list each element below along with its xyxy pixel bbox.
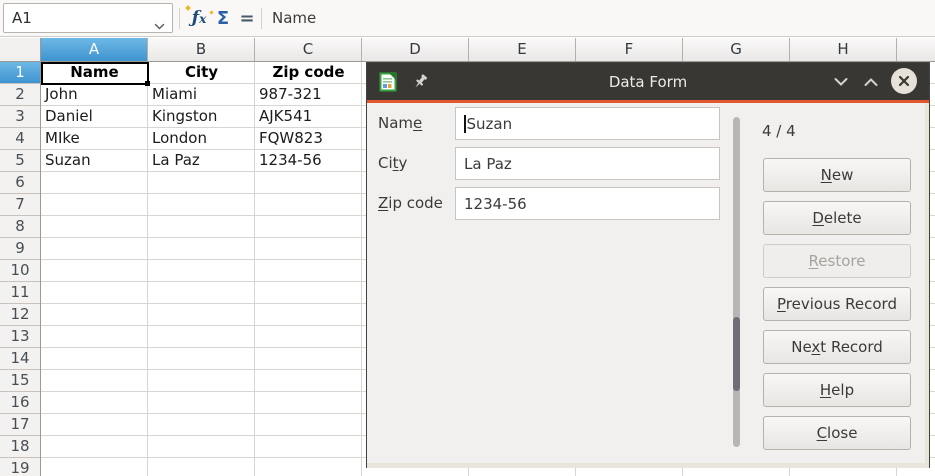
row-header-14[interactable]: 14 — [0, 348, 40, 370]
new-button[interactable]: New — [763, 158, 911, 192]
chevron-up-icon[interactable] — [859, 63, 883, 100]
formula-input[interactable]: Name — [272, 0, 935, 36]
cell-a2[interactable]: John — [41, 84, 148, 106]
row-header-15[interactable]: 15 — [0, 370, 40, 392]
row-header-11[interactable]: 11 — [0, 282, 40, 304]
name-field[interactable]: Suzan — [455, 107, 720, 140]
row-header-3[interactable]: 3 — [0, 106, 40, 128]
row-header-4[interactable]: 4 — [0, 128, 40, 150]
row-header-6[interactable]: 6 — [0, 172, 40, 194]
cell-c2[interactable]: 987-321 — [255, 84, 362, 106]
cell-b3[interactable]: Kingston — [148, 106, 255, 128]
cell-c3[interactable]: AJK541 — [255, 106, 362, 128]
cell-a5[interactable]: Suzan — [41, 150, 148, 172]
fx-x: x — [199, 12, 206, 26]
column-header-c[interactable]: C — [255, 38, 362, 61]
name-box-chevron-down-icon[interactable] — [154, 16, 165, 34]
row-headers: 1 2 3 4 5 6 7 8 9 10 11 12 13 14 15 16 1… — [0, 62, 41, 476]
close-icon[interactable] — [891, 68, 917, 94]
cell-c5[interactable]: 1234-56 — [255, 150, 362, 172]
cell-b2[interactable]: Miami — [148, 84, 255, 106]
row-header-2[interactable]: 2 — [0, 84, 40, 106]
cell-reference: A1 — [12, 9, 32, 27]
row-header-8[interactable]: 8 — [0, 216, 40, 238]
form-scrollbar[interactable] — [733, 117, 740, 447]
column-header-d[interactable]: D — [362, 38, 469, 61]
city-field-value: La Paz — [464, 155, 512, 173]
name-field-value: Suzan — [467, 115, 513, 133]
cell-a3[interactable]: Daniel — [41, 106, 148, 128]
formula-content: Name — [272, 9, 316, 27]
delete-button[interactable]: Delete — [763, 201, 911, 235]
row-header-16[interactable]: 16 — [0, 392, 40, 414]
city-field[interactable]: La Paz — [455, 147, 720, 180]
row-header-7[interactable]: 7 — [0, 194, 40, 216]
row-header-19[interactable]: 19 — [0, 458, 40, 476]
chevron-down-icon[interactable] — [829, 63, 853, 100]
cell-a1[interactable]: Name — [41, 62, 148, 84]
text-caret — [464, 115, 466, 133]
row-header-10[interactable]: 10 — [0, 260, 40, 282]
column-header-h[interactable]: H — [790, 38, 897, 61]
dialog-body: Name Suzan City La Paz Zip code 1234-56 … — [367, 103, 929, 463]
row-header-5[interactable]: 5 — [0, 150, 40, 172]
column-header-a[interactable]: A — [41, 38, 148, 61]
previous-record-button[interactable]: Previous Record — [763, 287, 911, 321]
row-header-17[interactable]: 17 — [0, 414, 40, 436]
pin-icon[interactable] — [412, 73, 429, 90]
row-header-18[interactable]: 18 — [0, 436, 40, 458]
restore-button[interactable]: Restore — [763, 244, 911, 278]
dialog-frame — [925, 103, 929, 463]
cell-c4[interactable]: FQW823 — [255, 128, 362, 150]
zip-field[interactable]: 1234-56 — [455, 187, 720, 220]
name-box[interactable]: A1 — [3, 3, 173, 33]
cell-a4[interactable]: MIke — [41, 128, 148, 150]
data-form-dialog: Data Form Name Suzan City La Paz Zip cod… — [366, 62, 930, 468]
scrollbar-thumb[interactable] — [733, 317, 740, 391]
column-headers: A B C D E F G H — [41, 38, 935, 62]
equals-icon[interactable]: = — [236, 4, 258, 32]
row-header-9[interactable]: 9 — [0, 238, 40, 260]
name-field-label: Name — [378, 107, 453, 140]
row-header-13[interactable]: 13 — [0, 326, 40, 348]
column-header-partial[interactable] — [897, 38, 935, 61]
zip-field-value: 1234-56 — [464, 195, 527, 213]
column-header-f[interactable]: F — [576, 38, 683, 61]
sum-icon[interactable]: Σ — [212, 4, 234, 32]
cell-b5[interactable]: La Paz — [148, 150, 255, 172]
dialog-titlebar[interactable]: Data Form — [367, 63, 929, 100]
row-header-1[interactable]: 1 — [0, 62, 40, 84]
row-header-12[interactable]: 12 — [0, 304, 40, 326]
formula-bar: A1 ƒx Σ = Name — [0, 0, 935, 37]
column-header-b[interactable]: B — [148, 38, 255, 61]
separator — [179, 8, 180, 29]
cell-b4[interactable]: London — [148, 128, 255, 150]
zip-field-label: Zip code — [378, 187, 453, 220]
help-button[interactable]: Help — [763, 373, 911, 407]
column-header-e[interactable]: E — [469, 38, 576, 61]
calc-document-icon — [377, 71, 399, 93]
calc-window: A1 ƒx Σ = Name A B C D E F G — [0, 0, 935, 476]
cell-c1[interactable]: Zip code — [255, 62, 362, 84]
sparkle-icon — [185, 5, 191, 11]
cell-b1[interactable]: City — [148, 62, 255, 84]
fx-f: ƒ — [192, 8, 199, 28]
city-field-label: City — [378, 147, 453, 180]
select-all-corner[interactable] — [0, 38, 41, 62]
function-wizard-icon[interactable]: ƒx — [186, 4, 212, 32]
close-button[interactable]: Close — [763, 416, 911, 450]
record-indicator: 4 / 4 — [762, 122, 796, 140]
column-header-g[interactable]: G — [683, 38, 790, 61]
separator — [261, 8, 262, 29]
dialog-frame — [367, 463, 929, 468]
next-record-button[interactable]: Next Record — [763, 330, 911, 364]
